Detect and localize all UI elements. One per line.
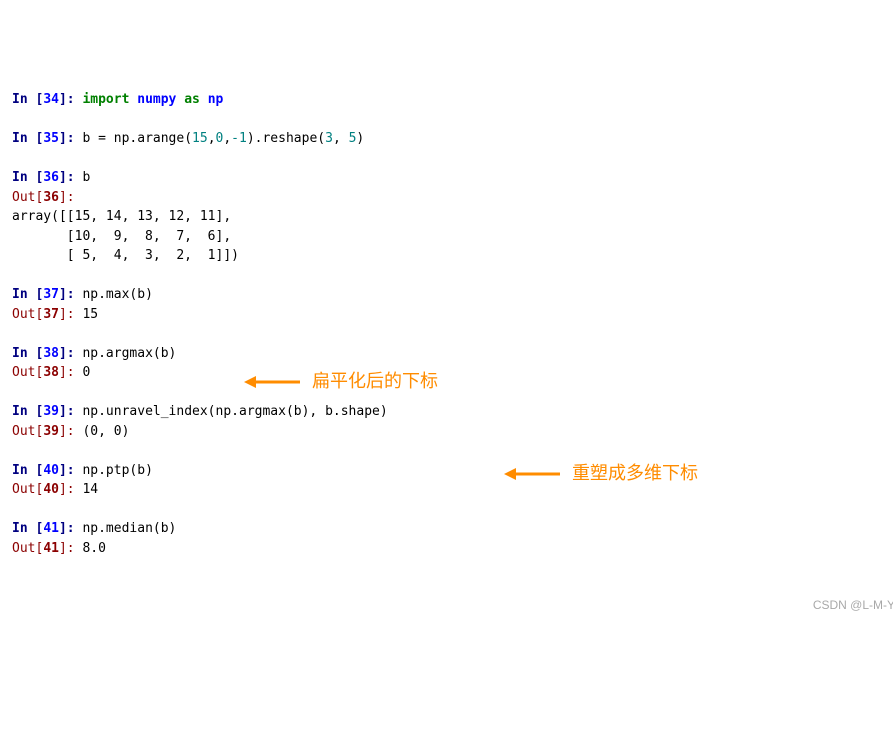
output-value: 14 xyxy=(82,482,98,497)
output-value: (0, 0) xyxy=(82,424,129,439)
in-prompt: In [40]: xyxy=(12,463,82,478)
cell-in-38: In [38]: np.argmax(b) xyxy=(12,344,893,364)
cell-in-40: In [40]: np.ptp(b) xyxy=(12,461,893,481)
out-prompt: Out[37]: xyxy=(12,307,82,322)
cell-in-41: In [41]: np.median(b) xyxy=(12,519,893,539)
blank-line xyxy=(12,383,893,403)
blank-line xyxy=(12,558,893,578)
code-content: np.median(b) xyxy=(82,521,176,536)
out-prompt: Out[36]: xyxy=(12,190,82,205)
blank-line xyxy=(12,500,893,520)
annotation-0: 扁平化后的下标 xyxy=(242,368,438,395)
jupyter-console-screenshot: In [34]: import numpy as np In [35]: b =… xyxy=(12,90,893,620)
in-prompt: In [39]: xyxy=(12,404,82,419)
blank-line xyxy=(12,324,893,344)
blank-line xyxy=(12,441,893,461)
output-value: 8.0 xyxy=(82,541,105,556)
in-prompt: In [41]: xyxy=(12,521,82,536)
cell-in-39: In [39]: np.unravel_index(np.argmax(b), … xyxy=(12,402,893,422)
annotation-1: 重塑成多维下标 xyxy=(502,460,698,487)
cell-in-36: In [36]: b xyxy=(12,168,893,188)
output-line: [10, 9, 8, 7, 6], xyxy=(12,227,893,247)
output-line: [ 5, 4, 3, 2, 1]]) xyxy=(12,246,893,266)
code-content: np.max(b) xyxy=(82,287,152,302)
blank-line xyxy=(12,110,893,130)
out-prompt: Out[38]: xyxy=(12,365,82,380)
cell-out-36-label: Out[36]: xyxy=(12,188,893,208)
in-prompt: In [34]: xyxy=(12,92,82,107)
code-content: np.argmax(b) xyxy=(82,346,176,361)
annotation-label: 扁平化后的下标 xyxy=(312,368,438,395)
cell-out-38: Out[38]: 0 xyxy=(12,363,893,383)
arrow-left-icon xyxy=(242,372,302,392)
cell-out-40: Out[40]: 14 xyxy=(12,480,893,500)
out-prompt: Out[41]: xyxy=(12,541,82,556)
in-prompt: In [35]: xyxy=(12,131,82,146)
out-prompt: Out[40]: xyxy=(12,482,82,497)
cell-in-34: In [34]: import numpy as np xyxy=(12,90,893,110)
arrow-left-icon xyxy=(502,464,562,484)
blank-line xyxy=(12,266,893,286)
output-value: 15 xyxy=(82,307,98,322)
in-prompt: In [38]: xyxy=(12,346,82,361)
code-content: b xyxy=(82,170,90,185)
blank-line xyxy=(12,149,893,169)
cell-in-35: In [35]: b = np.arange(15,0,-1).reshape(… xyxy=(12,129,893,149)
annotation-label: 重塑成多维下标 xyxy=(572,460,698,487)
output-value: 0 xyxy=(82,365,90,380)
cell-out-39: Out[39]: (0, 0) xyxy=(12,422,893,442)
watermark: CSDN @L-M-Y xyxy=(813,596,893,614)
in-prompt: In [37]: xyxy=(12,287,82,302)
output-line: array([[15, 14, 13, 12, 11], xyxy=(12,207,893,227)
code-content: np.unravel_index(np.argmax(b), b.shape) xyxy=(82,404,387,419)
in-prompt: In [36]: xyxy=(12,170,82,185)
cell-out-37: Out[37]: 15 xyxy=(12,305,893,325)
code-content: b = np.arange(15,0,-1).reshape(3, 5) xyxy=(82,131,364,146)
code-content: import numpy as np xyxy=(82,92,223,107)
code-content: np.ptp(b) xyxy=(82,463,152,478)
cell-out-41: Out[41]: 8.0 xyxy=(12,539,893,559)
cell-in-37: In [37]: np.max(b) xyxy=(12,285,893,305)
out-prompt: Out[39]: xyxy=(12,424,82,439)
